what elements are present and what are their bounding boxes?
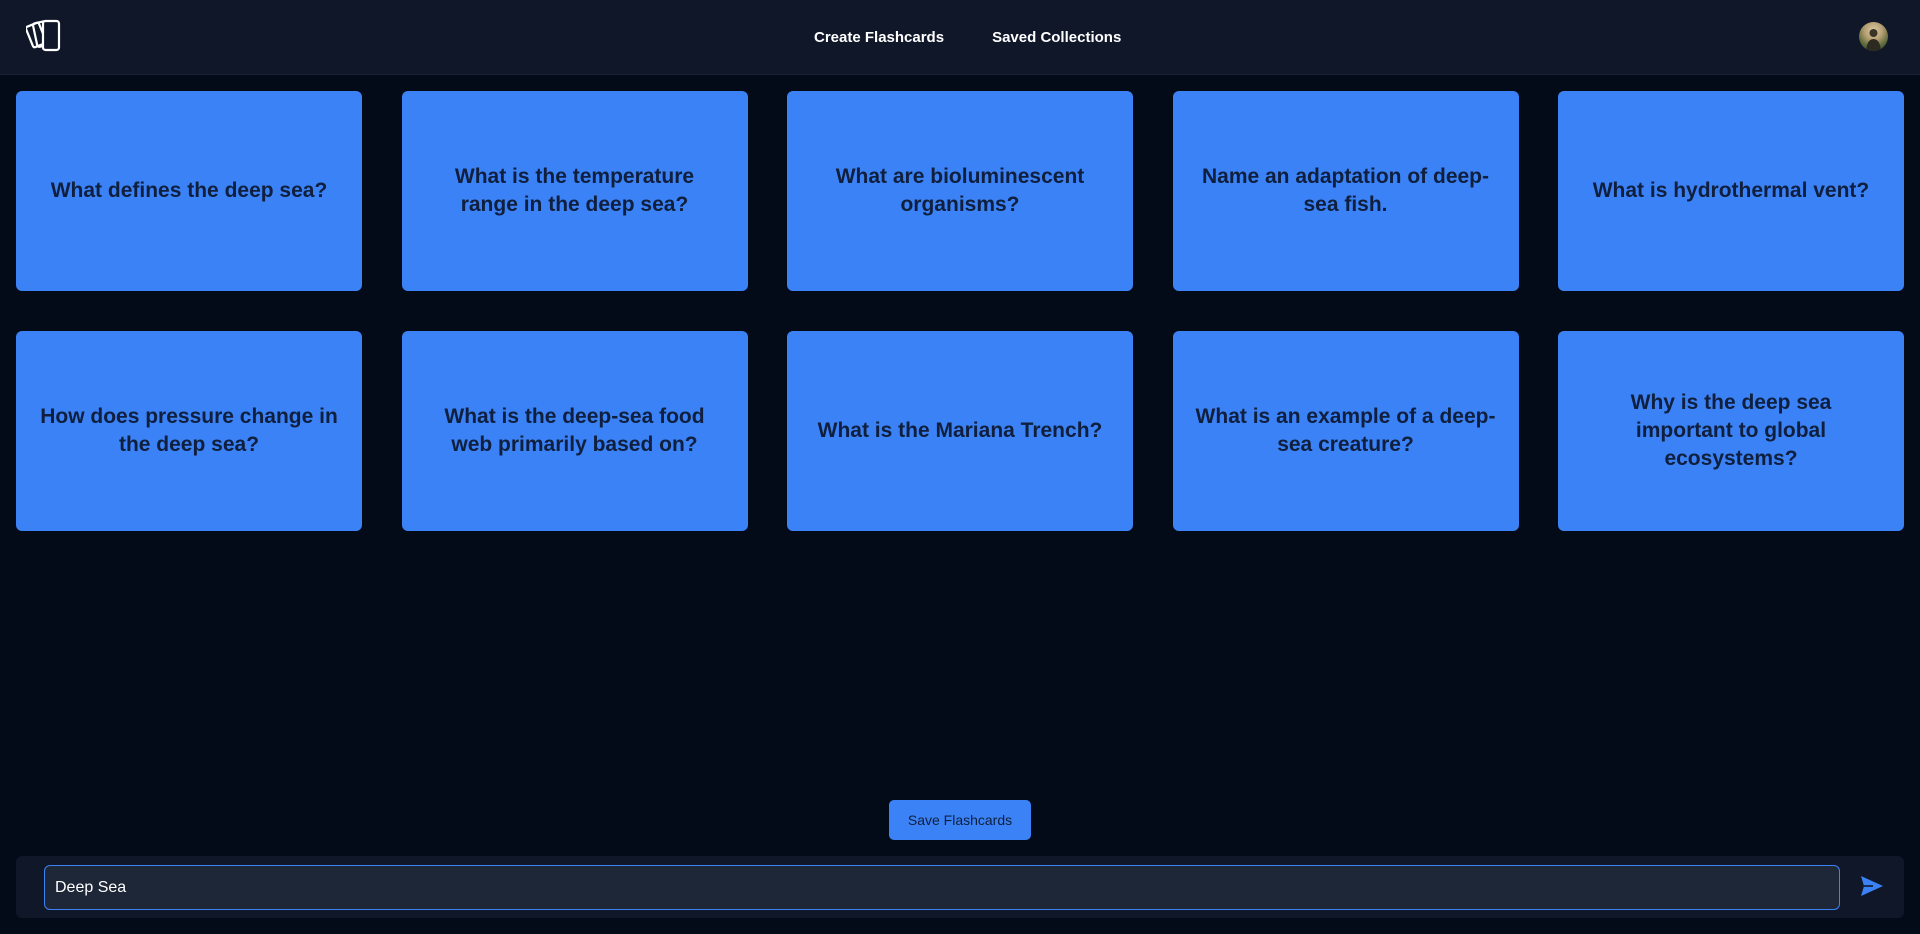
cards-stack-icon[interactable]: [24, 18, 66, 56]
save-flashcards-button[interactable]: Save Flashcards: [889, 800, 1031, 840]
flashcard-question: How does pressure change in the deep sea…: [40, 405, 338, 456]
flashcard-question: What is the temperature range in the dee…: [454, 165, 695, 216]
top-navbar: Create Flashcards Saved Collections: [0, 0, 1920, 75]
topic-composer: [16, 856, 1904, 918]
user-avatar[interactable]: [1859, 22, 1888, 51]
flashcard-question: Why is the deep sea important to global …: [1630, 391, 1832, 470]
topic-input[interactable]: [44, 865, 1840, 910]
flashcard-question: What is an example of a deep-sea creatur…: [1195, 405, 1496, 456]
flashcard[interactable]: What is the deep-sea food web primarily …: [401, 331, 748, 531]
flashcard-grid: What defines the deep sea? What is the t…: [16, 91, 1904, 531]
main-nav: Create Flashcards Saved Collections: [814, 0, 1121, 75]
flashcard[interactable]: What is an example of a deep-sea creatur…: [1172, 331, 1519, 531]
flashcard[interactable]: What are bioluminescent organisms?: [787, 91, 1133, 291]
flashcard[interactable]: What is the Mariana Trench?: [787, 331, 1133, 531]
flashcard[interactable]: Why is the deep sea important to global …: [1558, 331, 1904, 531]
flashcard[interactable]: What is the temperature range in the dee…: [401, 91, 748, 291]
flashcard[interactable]: What defines the deep sea?: [16, 91, 362, 291]
flashcard[interactable]: How does pressure change in the deep sea…: [16, 331, 362, 531]
flashcard-question: What is hydrothermal vent?: [1592, 179, 1870, 202]
nav-create-flashcards[interactable]: Create Flashcards: [814, 29, 944, 46]
flashcard-question: What is the deep-sea food web primarily …: [444, 405, 705, 456]
send-icon[interactable]: [1858, 874, 1886, 900]
flashcard[interactable]: What is hydrothermal vent?: [1558, 91, 1904, 291]
flashcard-question: Name an adaptation of deep-sea fish.: [1201, 165, 1490, 216]
flashcard-question: What defines the deep sea?: [50, 179, 328, 202]
flashcard-question: What is the Mariana Trench?: [817, 419, 1103, 442]
nav-saved-collections[interactable]: Saved Collections: [992, 29, 1121, 46]
flashcard-question: What are bioluminescent organisms?: [835, 165, 1085, 216]
flashcard[interactable]: Name an adaptation of deep-sea fish.: [1172, 91, 1519, 291]
